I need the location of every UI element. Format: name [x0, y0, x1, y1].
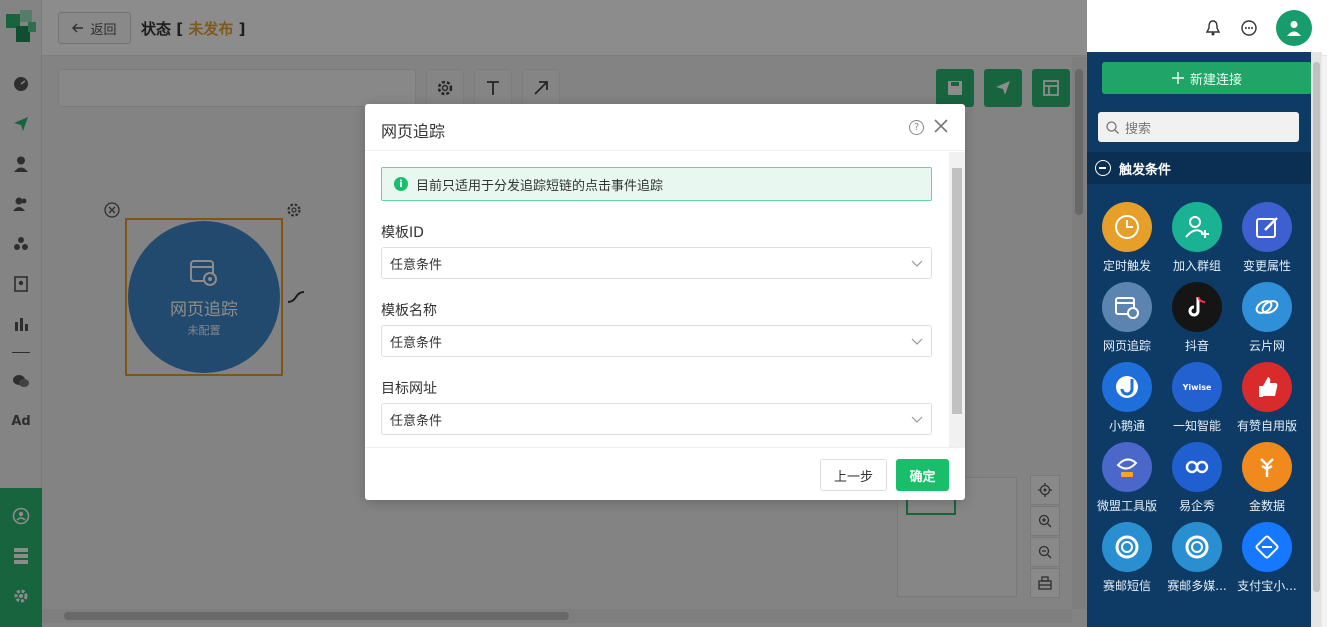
trigger-item[interactable]: 支付宝小... [1232, 522, 1302, 602]
dialog-header: 网页追踪 ? [365, 104, 965, 151]
trigger-item-label: 有赞自用版 [1236, 419, 1297, 433]
user-avatar-icon [1287, 21, 1301, 36]
trigger-section-header[interactable]: 触发条件 [1087, 152, 1322, 184]
trigger-tiktok-icon [1172, 282, 1222, 332]
trigger-clock-icon [1102, 202, 1152, 252]
prev-step-button[interactable]: 上一步 [820, 459, 887, 491]
chevron-down-icon [911, 416, 923, 423]
trigger-weimob-icon [1102, 442, 1152, 492]
trigger-item-label: 抖音 [1184, 339, 1209, 353]
template-name-select[interactable]: 任意条件 [381, 325, 932, 357]
template-id-label: 模板ID [381, 225, 424, 241]
template-id-value: 任意条件 [390, 257, 443, 273]
section-title: 触发条件 [1119, 162, 1172, 178]
new-connection-button[interactable]: 新建连接 [1102, 62, 1312, 94]
new-connection-label: 新建连接 [1189, 72, 1242, 88]
trigger-tree-icon [1242, 442, 1292, 492]
trigger-item[interactable]: 网页追踪 [1092, 282, 1162, 362]
trigger-q-icon [1102, 362, 1152, 412]
chat-icon[interactable] [1239, 18, 1259, 38]
dialog-title: 网页追踪 [381, 122, 446, 141]
template-id-select[interactable]: 任意条件 [381, 247, 932, 279]
help-icon[interactable]: ? [909, 120, 924, 135]
trigger-item[interactable]: 定时触发 [1092, 202, 1162, 282]
trigger-user-plus-icon [1172, 202, 1222, 252]
right-scroll-thumb[interactable] [1313, 62, 1320, 592]
trigger-item-label: 微盟工具版 [1096, 499, 1157, 513]
trigger-item[interactable]: 金数据 [1232, 442, 1302, 522]
trigger-item-label: 赛邮多媒... [1167, 579, 1227, 593]
right-panel-scrollbar[interactable] [1311, 52, 1322, 627]
info-icon: i [394, 177, 408, 191]
trigger-item[interactable]: 抖音 [1162, 282, 1232, 362]
trigger-web-icon [1102, 282, 1152, 332]
trigger-item[interactable]: Yiwise 一知智能 [1162, 362, 1232, 442]
template-name-value: 任意条件 [390, 335, 443, 351]
trigger-edit-icon [1242, 202, 1292, 252]
dialog-footer: 上一步 确定 [365, 447, 965, 500]
trigger-item-label: 金数据 [1248, 499, 1285, 513]
target-url-label: 目标网址 [381, 381, 437, 397]
target-url-value: 任意条件 [390, 413, 443, 429]
svg-text:Yiwise: Yiwise [1182, 383, 1212, 392]
trigger-item-label: 小鹅通 [1108, 419, 1145, 433]
trigger-item-label: 网页追踪 [1102, 339, 1151, 353]
trigger-item[interactable]: 微盟工具版 [1092, 442, 1162, 522]
trigger-loop-icon [1172, 442, 1222, 492]
trigger-cloud-icon [1242, 282, 1292, 332]
search-icon [1106, 120, 1119, 134]
trigger-item[interactable]: 有赞自用版 [1232, 362, 1302, 442]
trigger-item-label: 易企秀 [1178, 499, 1215, 513]
close-icon[interactable] [933, 118, 949, 134]
avatar[interactable] [1276, 10, 1312, 46]
trigger-item-label: 赛邮短信 [1102, 579, 1151, 593]
trigger-item[interactable]: 赛邮多媒... [1162, 522, 1232, 602]
search-placeholder: 搜索 [1125, 121, 1152, 137]
template-name-label: 模板名称 [381, 303, 437, 319]
trigger-item-label: 一知智能 [1172, 419, 1221, 433]
trigger-item[interactable]: 加入群组 [1162, 202, 1232, 282]
trigger-item[interactable]: 云片网 [1232, 282, 1302, 362]
dialog-scrollbar[interactable] [949, 152, 965, 447]
target-url-select[interactable]: 任意条件 [381, 403, 932, 435]
trigger-item[interactable]: 赛邮短信 [1092, 522, 1162, 602]
trigger-item-label: 加入群组 [1172, 259, 1221, 273]
bell-icon[interactable] [1203, 18, 1223, 38]
info-notice: i 目前只适用于分发追踪短链的点击事件追踪 [381, 167, 932, 201]
plus-icon [1171, 72, 1184, 84]
search-input[interactable]: 搜索 [1098, 112, 1299, 142]
trigger-thumb-icon [1242, 362, 1292, 412]
trigger-yiwise-icon: Yiwise [1172, 362, 1222, 412]
trigger-item-label: 变更属性 [1242, 259, 1291, 273]
trigger-item[interactable]: 变更属性 [1232, 202, 1302, 282]
trigger-item-label: 支付宝小... [1237, 579, 1297, 593]
confirm-button[interactable]: 确定 [896, 459, 949, 491]
trigger-item-label: 定时触发 [1102, 259, 1151, 273]
web-tracking-dialog: 网页追踪 ? i 目前只适用于分发追踪短链的点击事件追踪 模板ID 任意条件 模… [365, 104, 965, 500]
dialog-scroll-thumb[interactable] [952, 168, 962, 414]
notice-text: 目前只适用于分发追踪短链的点击事件追踪 [416, 178, 664, 194]
trigger-item[interactable]: 易企秀 [1162, 442, 1232, 522]
collapse-icon[interactable] [1095, 160, 1111, 176]
trigger-item[interactable]: 小鹅通 [1092, 362, 1162, 442]
chevron-down-icon [911, 260, 923, 267]
trigger-ring-icon [1102, 522, 1152, 572]
trigger-ring-icon [1172, 522, 1222, 572]
dialog-body: i 目前只适用于分发追踪短链的点击事件追踪 模板ID 任意条件 模板名称 任意条… [365, 152, 965, 447]
right-panel: 新建连接 搜索 触发条件 定时触发 加入群组 变更属性网页追踪 抖音 云片网小鹅通 Yiw… [1087, 52, 1322, 627]
trigger-alipay-icon [1242, 522, 1292, 572]
trigger-item-label: 云片网 [1248, 339, 1285, 353]
chevron-down-icon [911, 338, 923, 345]
